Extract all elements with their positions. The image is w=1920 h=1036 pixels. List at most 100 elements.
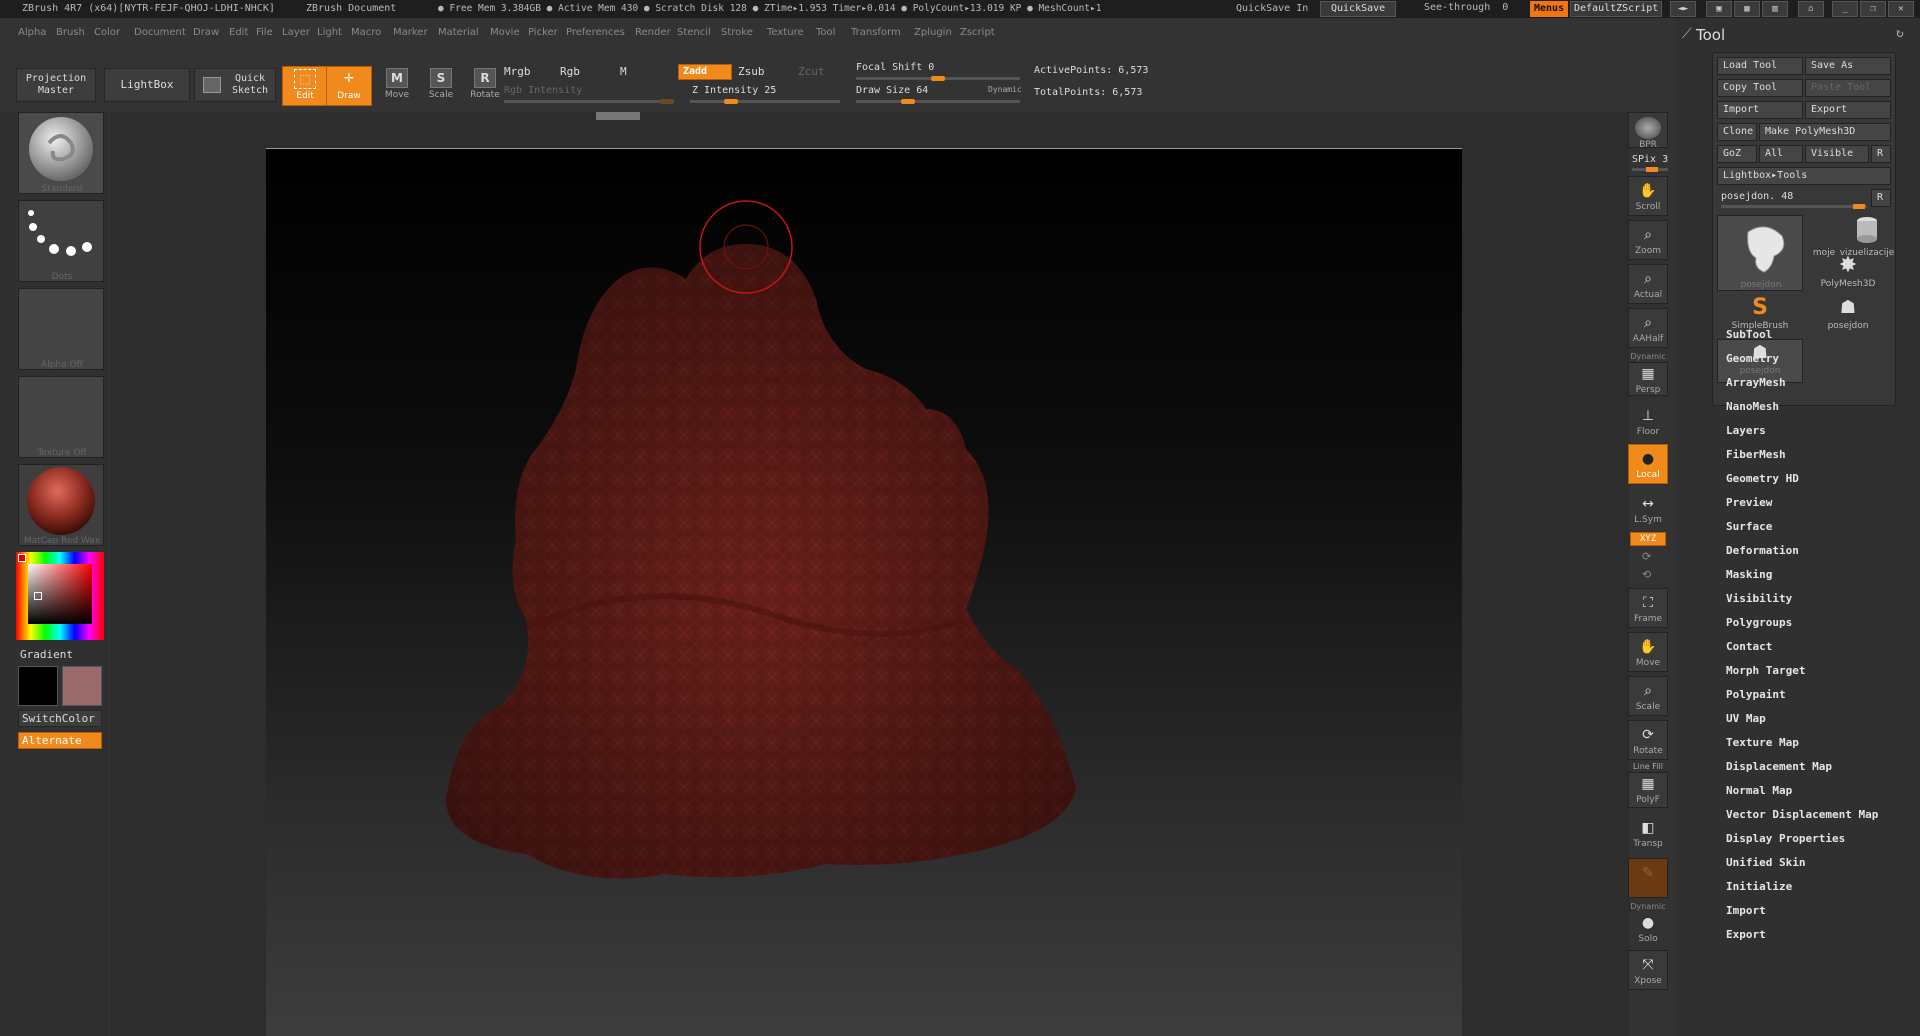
floor-button[interactable]: ⊥ Floor <box>1628 402 1668 442</box>
color-picker[interactable] <box>16 552 104 640</box>
menu-tool[interactable]: Tool <box>816 27 835 38</box>
bpr-button[interactable]: BPR <box>1628 112 1668 150</box>
zoom-button[interactable]: ⌕ Zoom <box>1628 220 1668 260</box>
gradient-label[interactable]: Gradient <box>20 648 73 661</box>
layout-preset-icon[interactable]: ▣ <box>1706 1 1732 17</box>
m-button[interactable]: M <box>620 65 627 78</box>
menu-material[interactable]: Material <box>438 27 479 38</box>
draw-button[interactable]: ✛ Draw <box>326 66 372 106</box>
lsym-button[interactable]: ↔ L.Sym <box>1628 490 1668 530</box>
menu-document[interactable]: Document <box>134 27 186 38</box>
edit-button[interactable]: ⬚ Edit <box>282 66 328 106</box>
canvas-scroll-thumb[interactable] <box>596 112 640 120</box>
paste-tool-button[interactable]: Paste Tool <box>1805 79 1891 97</box>
brush-selector[interactable]: Standard <box>18 112 104 194</box>
section-contact[interactable]: Contact <box>1726 640 1772 653</box>
goz-all-button[interactable]: All <box>1759 145 1803 163</box>
rgb-intensity-slider[interactable]: Rgb Intensity <box>504 85 582 96</box>
menu-preferences[interactable]: Preferences <box>566 27 625 38</box>
zadd-button[interactable]: Zadd <box>678 64 732 80</box>
menu-zscript[interactable]: Zscript <box>960 27 995 38</box>
quicksave-button[interactable]: QuickSave <box>1320 1 1397 17</box>
goz-r-button[interactable]: R <box>1871 145 1891 163</box>
quick-sketch-button[interactable]: Quick Sketch <box>194 68 276 102</box>
document-viewport[interactable] <box>266 148 1462 1036</box>
restore-icon[interactable]: ❐ <box>1860 1 1886 17</box>
section-visibility[interactable]: Visibility <box>1726 592 1792 605</box>
section-geometry[interactable]: Geometry <box>1726 352 1779 365</box>
section-vector-displacement-map[interactable]: Vector Displacement Map <box>1726 808 1878 821</box>
menu-picker[interactable]: Picker <box>528 27 558 38</box>
menu-color[interactable]: Color <box>94 27 120 38</box>
secondary-color-swatch[interactable] <box>62 666 102 706</box>
local-button[interactable]: ● Local <box>1628 444 1668 484</box>
projection-master-button[interactable]: Projection Master <box>16 68 96 102</box>
menu-layer[interactable]: Layer <box>282 27 310 38</box>
ghost-button[interactable]: ✎ <box>1628 858 1668 898</box>
rotate-z-icon[interactable]: ⟲ <box>1642 568 1651 581</box>
copy-tool-button[interactable]: Copy Tool <box>1717 79 1803 97</box>
section-display-properties[interactable]: Display Properties <box>1726 832 1845 845</box>
menu-zplugin[interactable]: Zplugin <box>914 27 952 38</box>
menu-transform[interactable]: Transform <box>851 27 901 38</box>
alternate-button[interactable]: Alternate <box>18 732 102 749</box>
palette-refresh-icon[interactable]: ↻ <box>1896 26 1904 41</box>
minimize-icon[interactable]: _ <box>1832 1 1858 17</box>
alpha-selector[interactable]: Alpha Off <box>18 288 104 370</box>
section-polypaint[interactable]: Polypaint <box>1726 688 1786 701</box>
section-morph-target[interactable]: Morph Target <box>1726 664 1805 677</box>
tool-thumb-polymesh3d[interactable]: ✸ PolyMesh3D <box>1805 253 1891 297</box>
lock-icon[interactable]: ⌂ <box>1798 1 1824 17</box>
move-view-button[interactable]: ✋ Move <box>1628 632 1668 672</box>
section-deformation[interactable]: Deformation <box>1726 544 1799 557</box>
section-subtool[interactable]: SubTool <box>1726 328 1772 341</box>
rotate-button[interactable]: R Rotate <box>462 66 508 108</box>
z-intensity-slider[interactable]: Z Intensity 25 <box>692 85 776 96</box>
scale-view-button[interactable]: ⌕ Scale <box>1628 676 1668 716</box>
zcut-button[interactable]: Zcut <box>798 65 825 78</box>
section-fibermesh[interactable]: FiberMesh <box>1726 448 1786 461</box>
rotate-y-icon[interactable]: ⟳ <box>1642 550 1651 563</box>
switchcolor-button[interactable]: SwitchColor <box>18 710 102 727</box>
load-tool-button[interactable]: Load Tool <box>1717 57 1803 75</box>
section-unified-skin[interactable]: Unified Skin <box>1726 856 1805 869</box>
stroke-selector[interactable]: Dots <box>18 200 104 282</box>
section-masking[interactable]: Masking <box>1726 568 1772 581</box>
lightbox-tools-button[interactable]: Lightbox▸Tools <box>1717 167 1891 185</box>
menu-edit[interactable]: Edit <box>229 27 248 38</box>
actual-button[interactable]: ⌕ Actual <box>1628 264 1668 304</box>
section-initialize[interactable]: Initialize <box>1726 880 1792 893</box>
move-button[interactable]: M Move <box>374 66 420 108</box>
menu-draw[interactable]: Draw <box>193 27 219 38</box>
material-selector[interactable]: MatCap Red Wax <box>18 464 104 546</box>
scroll-button[interactable]: ✋ Scroll <box>1628 176 1668 216</box>
current-tool-slider[interactable]: posejdon. 48 <box>1721 191 1793 202</box>
primary-color-swatch[interactable] <box>18 666 58 706</box>
default-zscript-button[interactable]: DefaultZScript <box>1570 1 1663 17</box>
layout-arrows-icon[interactable]: ◄► <box>1670 1 1696 17</box>
menu-texture[interactable]: Texture <box>767 27 804 38</box>
palette-pin-icon[interactable]: ⟋ <box>1682 26 1692 42</box>
section-geometry-hd[interactable]: Geometry HD <box>1726 472 1799 485</box>
menu-brush[interactable]: Brush <box>56 27 85 38</box>
frame-button[interactable]: ⛶ Frame <box>1628 588 1668 628</box>
layout-grid-icon[interactable]: ▦ <box>1734 1 1760 17</box>
tool-thumb-posejdon-2[interactable]: ☗ posejdon <box>1805 295 1891 339</box>
section-uv-map[interactable]: UV Map <box>1726 712 1766 725</box>
tool-r-button[interactable]: R <box>1871 189 1891 207</box>
transp-button[interactable]: ◧ Transp <box>1628 814 1668 854</box>
menu-stencil[interactable]: Stencil <box>677 27 711 38</box>
make-polymesh3d-button[interactable]: Make PolyMesh3D <box>1759 123 1891 141</box>
mrgb-button[interactable]: Mrgb <box>504 65 531 78</box>
texture-selector[interactable]: Texture Off <box>18 376 104 458</box>
import-button[interactable]: Import <box>1717 101 1803 119</box>
layout-split-icon[interactable]: ▥ <box>1762 1 1788 17</box>
section-layers[interactable]: Layers <box>1726 424 1766 437</box>
section-displacement-map[interactable]: Displacement Map <box>1726 760 1832 773</box>
lightbox-button[interactable]: LightBox <box>104 68 190 102</box>
menu-light[interactable]: Light <box>317 27 342 38</box>
save-as-button[interactable]: Save As <box>1805 57 1891 75</box>
spix-slider[interactable]: SPix 3 <box>1632 154 1668 165</box>
section-nanomesh[interactable]: NanoMesh <box>1726 400 1779 413</box>
section-polygroups[interactable]: Polygroups <box>1726 616 1792 629</box>
